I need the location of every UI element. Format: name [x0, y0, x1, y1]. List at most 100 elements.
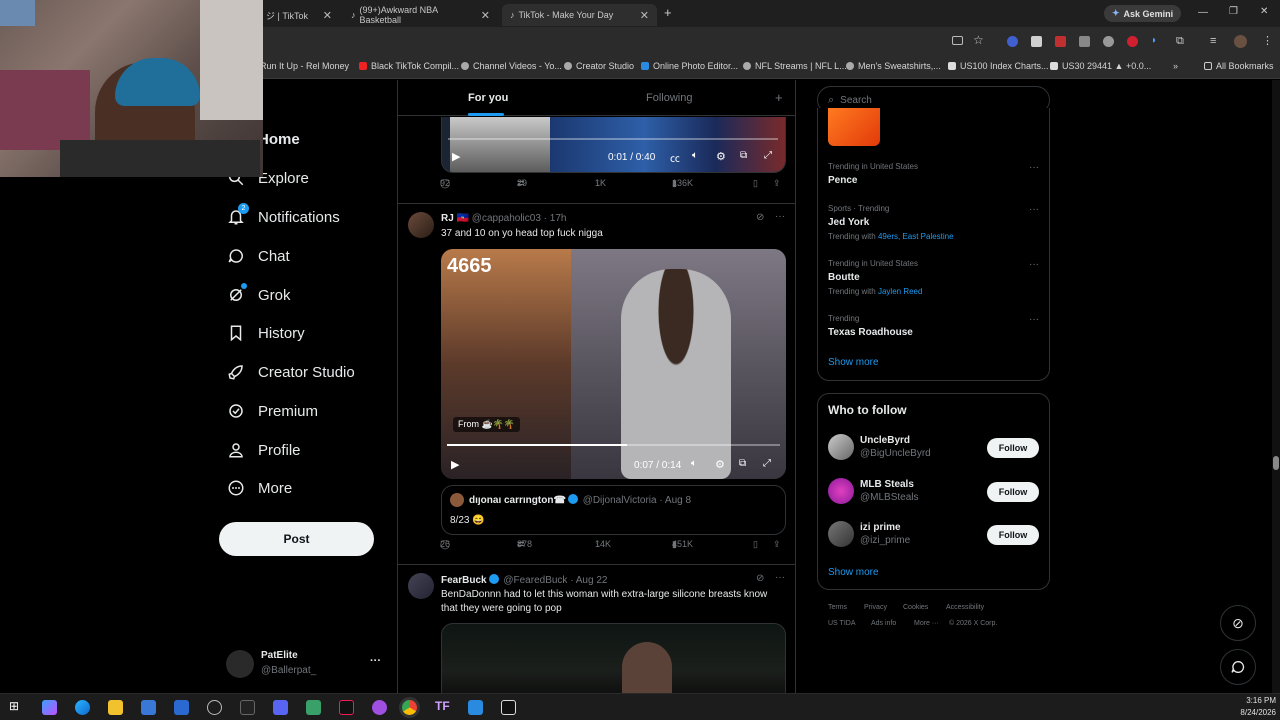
volume-icon[interactable]: 🔈︎ [692, 150, 698, 161]
extension-icon[interactable] [1079, 36, 1090, 47]
follow-suggestion[interactable]: MLB Steals @MLBSteals Follow [818, 476, 1049, 510]
author-name[interactable]: FearBuck [441, 575, 487, 586]
extension-icon[interactable] [1103, 36, 1114, 47]
store-icon[interactable] [141, 700, 156, 715]
avatar[interactable] [408, 573, 434, 599]
more-icon[interactable]: ··· [1029, 259, 1039, 270]
footer-link[interactable]: Terms [828, 604, 847, 611]
nav-notifications[interactable]: 2 Notifications [226, 203, 340, 227]
trend-link[interactable]: 49ers, East Palestine [878, 232, 954, 241]
video-progress-bar[interactable] [447, 444, 780, 446]
more-icon[interactable]: ··· [1029, 314, 1039, 325]
app-icon[interactable] [372, 700, 387, 715]
profile-avatar[interactable] [1234, 35, 1247, 48]
puzzle-icon[interactable]: ⧉ [1176, 35, 1184, 48]
tab-for-you[interactable]: For you [468, 92, 508, 104]
nav-chat[interactable]: Chat [226, 246, 290, 266]
bookmark-item[interactable]: Online Photo Editor... [641, 61, 738, 71]
more-icon[interactable]: ··· [1029, 162, 1039, 173]
all-bookmarks-folder[interactable]: All Bookmarks [1204, 61, 1274, 71]
bookmark-item[interactable]: Men's Sweatshirts,... [846, 61, 941, 71]
page-scrollbar[interactable] [1272, 80, 1280, 693]
close-window-icon[interactable]: ✕ [1260, 6, 1268, 17]
account-switcher[interactable]: PatElite @Ballerpat_ ··· [226, 648, 386, 680]
bookmark-item[interactable]: US100 Index Charts... [948, 61, 1049, 71]
video-player[interactable] [441, 623, 786, 693]
add-tab-icon[interactable]: + [775, 90, 783, 105]
edge-icon[interactable] [75, 700, 90, 715]
trend-link[interactable]: Jaylen Reed [878, 287, 922, 296]
app-icon[interactable]: TF [435, 699, 450, 714]
messages-float-button[interactable] [1220, 649, 1256, 685]
mail-icon[interactable] [174, 700, 189, 715]
nav-creator-studio[interactable]: Creator Studio [226, 362, 355, 382]
browser-tab[interactable]: ♪ (99+)Awkward NBA Basketball ✕ [343, 4, 498, 26]
video-player[interactable]: ▶ 0:01 / 0:40 ㏄ 🔈︎ ⚙ ⧉ ⤢ [441, 117, 786, 173]
capcut-icon[interactable] [501, 700, 516, 715]
author-handle[interactable]: @cappaholic03 · 17h [472, 213, 567, 224]
footer-link[interactable]: US TIDA [828, 620, 856, 627]
play-icon[interactable]: ▶ [452, 150, 460, 163]
chrome-icon[interactable] [402, 700, 417, 715]
settings-icon[interactable]: ⚙ [716, 150, 726, 163]
quoted-post[interactable]: dıȷonaı carrıngton☎ @DijonalVictoria · A… [441, 485, 786, 535]
author-handle[interactable]: @FearedBuck · Aug 22 [503, 575, 607, 586]
discord-icon[interactable] [273, 700, 288, 715]
follow-suggestion[interactable]: UncleByrd @BigUncleByrd Follow [818, 432, 1049, 466]
trend-item[interactable]: Trending in United States Pence ··· [818, 158, 1049, 198]
grok-icon[interactable]: ⊘ [756, 212, 764, 223]
more-icon[interactable]: ··· [370, 655, 381, 667]
app-icon[interactable] [306, 700, 321, 715]
follow-button[interactable]: Follow [987, 438, 1039, 458]
avatar[interactable] [408, 212, 434, 238]
footer-link[interactable]: Accessibility [946, 604, 984, 611]
extension-icon[interactable] [1127, 36, 1138, 47]
tiktok-icon[interactable] [339, 700, 354, 715]
follow-suggestion[interactable]: izi prime @izi_prime Follow [818, 519, 1049, 553]
browser-tab-active[interactable]: ♪ TikTok - Make Your Day ✕ [502, 4, 657, 26]
bookmark-item[interactable]: Creator Studio [564, 61, 634, 71]
windows-start-icon[interactable]: ⊞ [9, 699, 24, 714]
browser-tab[interactable]: ジ | TikTok ✕ [258, 4, 340, 26]
nav-grok[interactable]: Grok [226, 283, 291, 305]
app-icon[interactable] [468, 700, 483, 715]
epic-games-icon[interactable] [240, 700, 255, 715]
show-more-trends-link[interactable]: Show more [828, 357, 879, 368]
grok-icon[interactable]: ⊘ [756, 573, 764, 584]
extension-icon[interactable]: ◗ [1151, 35, 1157, 46]
video-progress-bar[interactable] [448, 138, 778, 140]
trend-item[interactable]: Trending in United States Boutte Trendin… [818, 255, 1049, 305]
more-icon[interactable]: ··· [775, 572, 785, 583]
file-explorer-icon[interactable] [108, 700, 123, 715]
video-player[interactable]: 4665 From ☕🌴🌴 ▶ 0:07 / 0:14 🔈︎ ⚙ ⧉ ⤢ [441, 249, 786, 479]
obs-icon[interactable] [207, 700, 222, 715]
settings-icon[interactable]: ⚙ [715, 458, 725, 471]
close-icon[interactable]: ✕ [323, 9, 332, 22]
trend-item[interactable]: Trending Texas Roadhouse ··· [818, 310, 1049, 350]
tab-following[interactable]: Following [646, 92, 692, 104]
footer-link[interactable]: Ads info [871, 620, 896, 627]
follow-button[interactable]: Follow [987, 525, 1039, 545]
reading-list-icon[interactable]: ≡ [1210, 35, 1216, 47]
close-icon[interactable]: ✕ [481, 9, 490, 22]
footer-link[interactable]: More ··· [914, 620, 939, 627]
volume-icon[interactable]: 🔈︎ [691, 458, 697, 469]
bookmark-item[interactable]: NFL Streams | NFL L... [743, 61, 847, 71]
author-name[interactable]: RJ 🇭🇹 [441, 213, 469, 224]
nav-premium[interactable]: Premium [226, 401, 318, 421]
close-icon[interactable]: ✕ [640, 9, 649, 22]
nav-profile[interactable]: Profile [226, 440, 301, 460]
install-app-icon[interactable] [952, 36, 963, 45]
bookmark-item[interactable]: Black TikTok Compil... [359, 61, 459, 71]
new-tab-button[interactable]: + [664, 5, 672, 20]
captions-icon[interactable]: ㏄ [670, 150, 680, 165]
show-more-follow-link[interactable]: Show more [828, 567, 879, 578]
star-icon[interactable]: ☆ [973, 33, 984, 47]
extension-icon[interactable] [1055, 36, 1066, 47]
clock-date[interactable]: 8/24/2026 [1232, 708, 1276, 717]
copilot-icon[interactable] [42, 700, 57, 715]
restore-icon[interactable]: ❐ [1229, 6, 1238, 17]
fullscreen-icon[interactable]: ⤢ [763, 458, 771, 469]
minimize-icon[interactable]: — [1198, 7, 1208, 18]
clock-time[interactable]: 3:16 PM [1232, 696, 1276, 705]
